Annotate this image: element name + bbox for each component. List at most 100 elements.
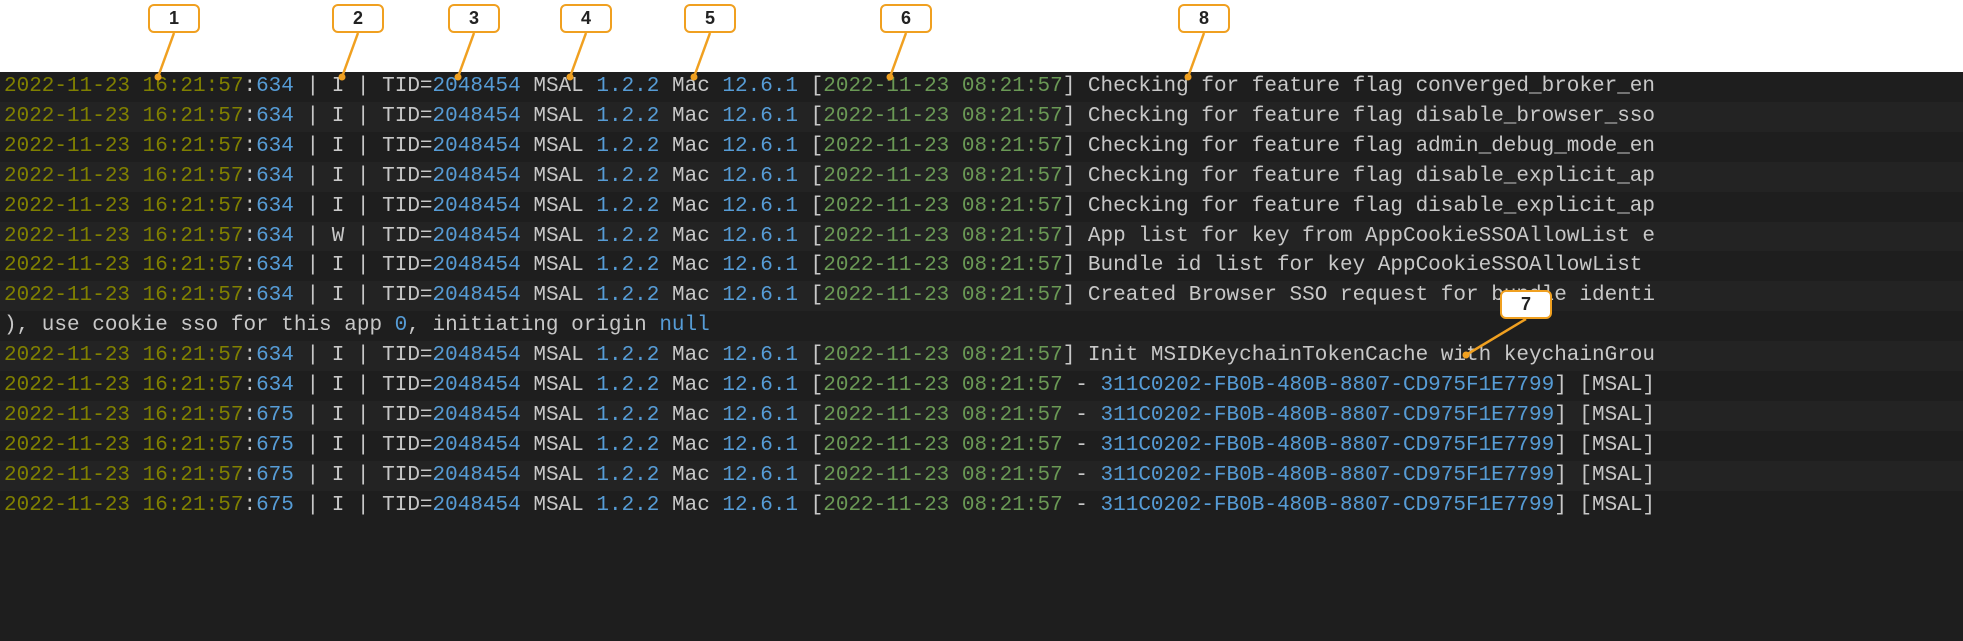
log-line: 2022-11-23 16:21:57:634 | I | TID=204845… xyxy=(0,251,1963,281)
log-mac-version: 12.6.1 xyxy=(722,225,798,248)
log-line: 2022-11-23 16:21:57:634 | I | TID=204845… xyxy=(0,132,1963,162)
log-inner-ts: 2022-11-23 08:21:57 xyxy=(823,165,1062,188)
log-guid: 311C0202-FB0B-480B-8807-CD975F1E7799 xyxy=(1101,464,1555,487)
log-level: W xyxy=(332,225,345,248)
log-mac-version: 12.6.1 xyxy=(722,344,798,367)
log-ms: 634 xyxy=(256,75,294,98)
log-inner-ts: 2022-11-23 08:21:57 xyxy=(823,254,1062,277)
callout-label: 3 xyxy=(448,4,500,33)
log-timestamp: 2022-11-23 16:21:57 xyxy=(4,344,243,367)
log-message: [MSAL] xyxy=(1579,434,1655,457)
log-message: Bundle id list for key AppCookieSSOAllow… xyxy=(1088,254,1643,277)
log-timestamp: 2022-11-23 16:21:57 xyxy=(4,374,243,397)
log-timestamp: 2022-11-23 16:21:57 xyxy=(4,404,243,427)
log-tid: 2048454 xyxy=(433,195,521,218)
log-message: [MSAL] xyxy=(1579,404,1655,427)
log-message: Checking for feature flag converged_brok… xyxy=(1088,75,1655,98)
log-guid: 311C0202-FB0B-480B-8807-CD975F1E7799 xyxy=(1101,494,1555,517)
callout-pointer-icon xyxy=(454,33,494,77)
log-level: I xyxy=(332,165,345,188)
log-tid: 2048454 xyxy=(433,404,521,427)
log-message: Created Browser SSO request for bundle i… xyxy=(1088,284,1655,307)
callout-pointer-icon xyxy=(338,33,378,77)
log-level: I xyxy=(332,464,345,487)
log-message: Init MSIDKeychainTokenCache with keychai… xyxy=(1088,344,1655,367)
callout-label: 2 xyxy=(332,4,384,33)
log-level: I xyxy=(332,344,345,367)
log-line: 2022-11-23 16:21:57:634 | I | TID=204845… xyxy=(0,72,1963,102)
log-ms: 634 xyxy=(256,135,294,158)
log-message: Checking for feature flag admin_debug_mo… xyxy=(1088,135,1655,158)
log-timestamp: 2022-11-23 16:21:57 xyxy=(4,165,243,188)
log-timestamp: 2022-11-23 16:21:57 xyxy=(4,494,243,517)
log-ms: 675 xyxy=(256,434,294,457)
log-message: [MSAL] xyxy=(1579,494,1655,517)
log-timestamp: 2022-11-23 16:21:57 xyxy=(4,284,243,307)
log-inner-ts: 2022-11-23 08:21:57 xyxy=(823,225,1062,248)
log-inner-ts: 2022-11-23 08:21:57 xyxy=(823,344,1062,367)
log-line: 2022-11-23 16:21:57:675 | I | TID=204845… xyxy=(0,401,1963,431)
log-msal-version: 1.2.2 xyxy=(596,105,659,128)
log-level: I xyxy=(332,434,345,457)
log-mac-version: 12.6.1 xyxy=(722,434,798,457)
callout-5: 5 xyxy=(684,4,736,77)
log-text: , initiating origin xyxy=(407,314,659,337)
log-tid: 2048454 xyxy=(433,344,521,367)
log-msal-version: 1.2.2 xyxy=(596,284,659,307)
callout-pointer-icon xyxy=(566,33,606,77)
log-msal-version: 1.2.2 xyxy=(596,195,659,218)
callout-label: 6 xyxy=(880,4,932,33)
log-inner-ts: 2022-11-23 08:21:57 xyxy=(823,404,1062,427)
log-line: 2022-11-23 16:21:57:634 | I | TID=204845… xyxy=(0,281,1963,311)
log-message: Checking for feature flag disable_explic… xyxy=(1088,165,1655,188)
log-timestamp: 2022-11-23 16:21:57 xyxy=(4,464,243,487)
log-ms: 634 xyxy=(256,195,294,218)
callout-pointer-icon xyxy=(1506,319,1546,355)
log-mac-version: 12.6.1 xyxy=(722,494,798,517)
log-level: I xyxy=(332,254,345,277)
log-ms: 634 xyxy=(256,254,294,277)
callout-3: 3 xyxy=(448,4,500,77)
log-msal-version: 1.2.2 xyxy=(596,75,659,98)
annotation-layer: 1234568 xyxy=(0,0,1963,72)
log-message: Checking for feature flag disable_browse… xyxy=(1088,105,1655,128)
log-inner-ts: 2022-11-23 08:21:57 xyxy=(823,494,1062,517)
log-inner-ts: 2022-11-23 08:21:57 xyxy=(823,135,1062,158)
log-inner-ts: 2022-11-23 08:21:57 xyxy=(823,434,1062,457)
log-inner-ts: 2022-11-23 08:21:57 xyxy=(823,75,1062,98)
log-line: ), use cookie sso for this app 0, initia… xyxy=(0,311,1963,341)
log-guid: 311C0202-FB0B-480B-8807-CD975F1E7799 xyxy=(1101,434,1555,457)
callout-4: 4 xyxy=(560,4,612,77)
log-line: 2022-11-23 16:21:57:634 | I | TID=204845… xyxy=(0,371,1963,401)
log-mac-version: 12.6.1 xyxy=(722,374,798,397)
log-line: 2022-11-23 16:21:57:634 | I | TID=204845… xyxy=(0,341,1963,371)
callout-pointer-icon xyxy=(1184,33,1224,77)
callout-label: 5 xyxy=(684,4,736,33)
log-ms: 634 xyxy=(256,344,294,367)
log-level: I xyxy=(332,374,345,397)
log-line: 2022-11-23 16:21:57:675 | I | TID=204845… xyxy=(0,491,1963,521)
log-timestamp: 2022-11-23 16:21:57 xyxy=(4,254,243,277)
callout-7: 7 xyxy=(1500,290,1552,355)
log-guid: 311C0202-FB0B-480B-8807-CD975F1E7799 xyxy=(1101,404,1555,427)
log-level: I xyxy=(332,404,345,427)
log-ms: 634 xyxy=(256,165,294,188)
log-level: I xyxy=(332,195,345,218)
log-msal-version: 1.2.2 xyxy=(596,464,659,487)
log-timestamp: 2022-11-23 16:21:57 xyxy=(4,105,243,128)
log-mac-version: 12.6.1 xyxy=(722,464,798,487)
log-msal-version: 1.2.2 xyxy=(596,494,659,517)
log-msal-version: 1.2.2 xyxy=(596,225,659,248)
log-mac-version: 12.6.1 xyxy=(722,165,798,188)
log-timestamp: 2022-11-23 16:21:57 xyxy=(4,225,243,248)
log-line: 2022-11-23 16:21:57:675 | I | TID=204845… xyxy=(0,431,1963,461)
log-message: [MSAL] xyxy=(1579,374,1655,397)
callout-label: 7 xyxy=(1500,290,1552,319)
log-ms: 634 xyxy=(256,105,294,128)
callout-pointer-icon xyxy=(690,33,730,77)
log-ms: 675 xyxy=(256,404,294,427)
log-line: 2022-11-23 16:21:57:634 | I | TID=204845… xyxy=(0,102,1963,132)
log-mac-version: 12.6.1 xyxy=(722,195,798,218)
log-msal-version: 1.2.2 xyxy=(596,165,659,188)
log-ms: 675 xyxy=(256,494,294,517)
